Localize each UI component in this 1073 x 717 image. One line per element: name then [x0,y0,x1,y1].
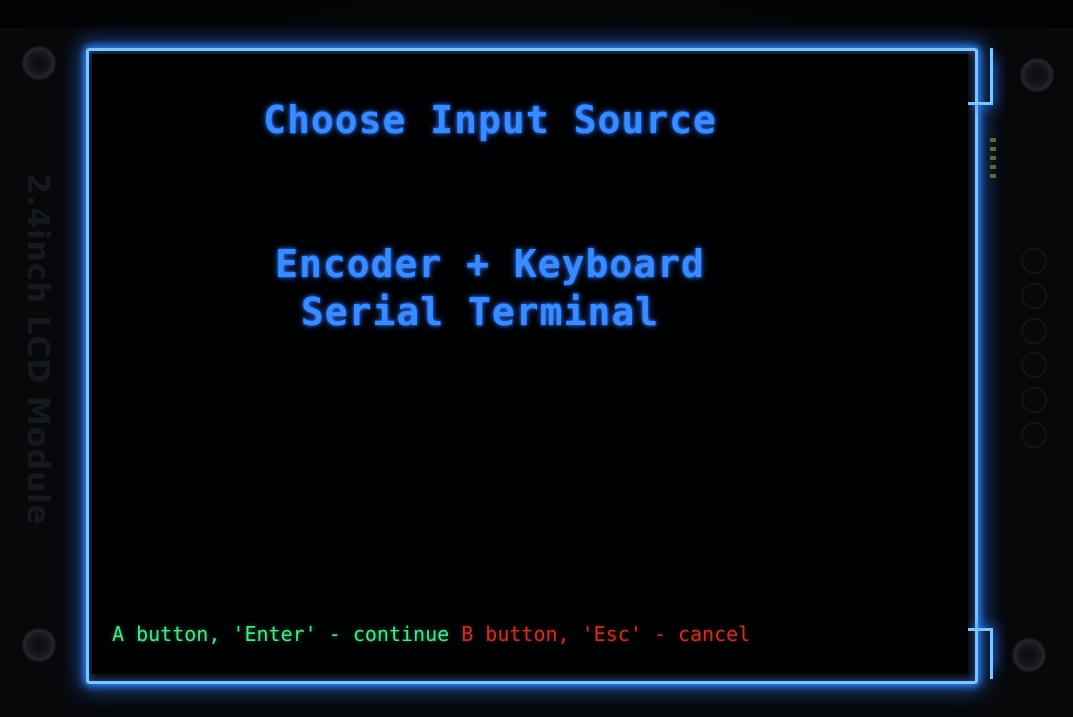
lcd-corner-tab-bottom [964,628,993,679]
mount-hole-top-left [22,46,56,80]
flex-cable-marks [990,138,996,178]
header-pin [1021,421,1047,448]
mount-hole-bottom-left [22,628,56,662]
header-pin [1021,282,1047,309]
mount-hole-bottom-right [1012,638,1046,672]
input-source-menu: Encoder + Keyboard Serial Terminal [0,240,980,336]
screen-title: Choose Input Source [263,98,717,142]
menu-option-serial-terminal[interactable]: Serial Terminal [0,288,970,336]
header-pins [1021,248,1047,448]
photo-stage: 2.4inch LCD Module Choose Input Source E… [0,0,1073,717]
header-pin [1021,248,1047,274]
cancel-hint: B button, 'Esc' - cancel [461,622,751,646]
module-silkscreen-label: 2.4inch LCD Module [20,173,55,526]
controls-hint-bar: A button, 'Enter' - continue B button, '… [112,622,750,646]
header-pin [1021,387,1047,414]
mount-hole-top-right [1020,58,1054,92]
continue-hint: A button, 'Enter' - continue [112,622,450,646]
lcd-display [92,54,968,674]
lcd-corner-tab-top [964,48,993,105]
menu-option-encoder-keyboard[interactable]: Encoder + Keyboard [0,240,980,288]
header-pin [1021,317,1047,344]
header-pin [1021,352,1047,379]
